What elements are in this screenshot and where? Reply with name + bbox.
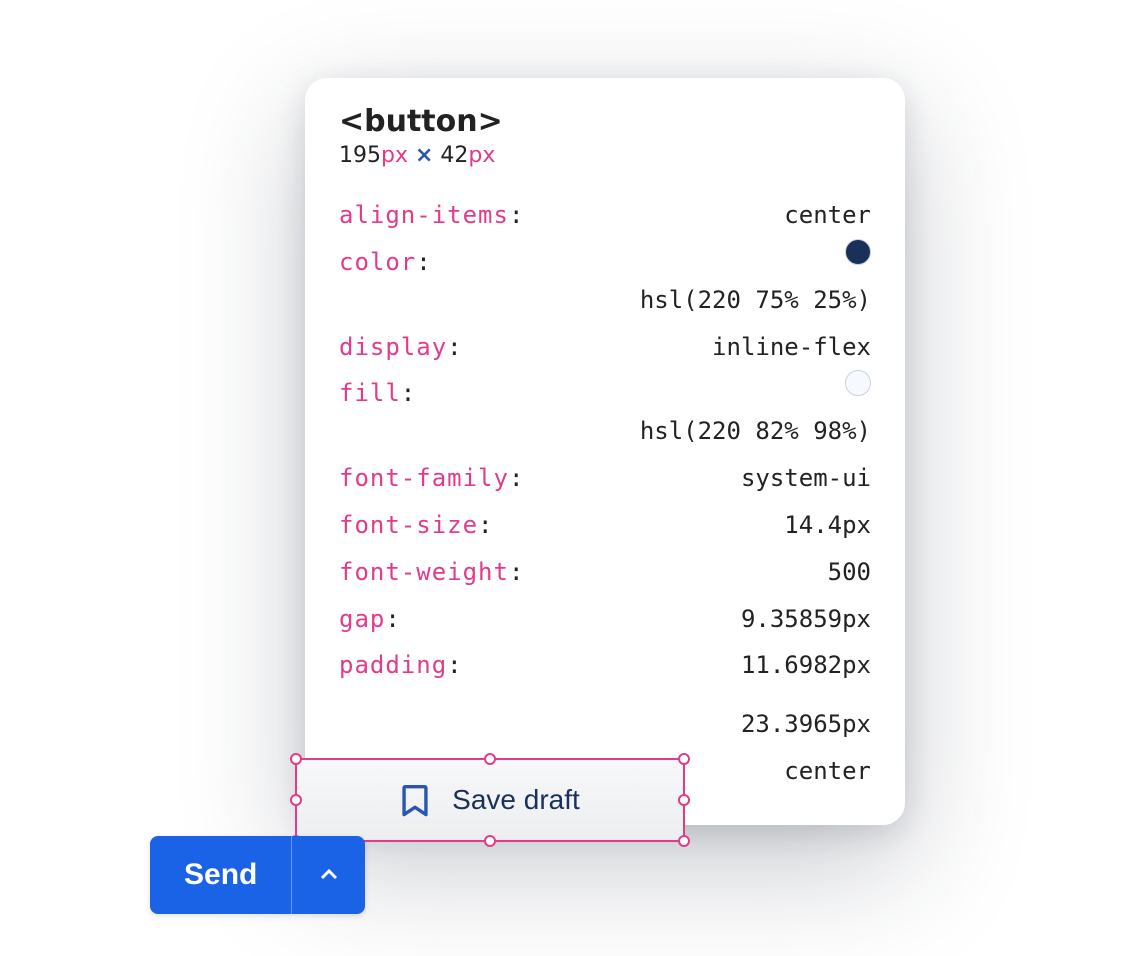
css-property-name: fill: [339,370,416,417]
save-draft-button[interactable]: Save draft [295,758,685,842]
css-property-value: center [784,192,871,239]
css-property-name: padding: [339,642,463,689]
dim-separator: × [415,143,433,168]
css-property-value: 500 [828,549,871,596]
css-property-row: color: hsl(220 75% 25%) [339,239,871,324]
css-property-value: center [784,748,871,795]
css-inspector-tooltip: <button> 195px × 42px align-items:center… [305,78,905,825]
css-property-row: padding: 11.6982px23.3965px [339,642,871,748]
css-property-value: 14.4px [784,502,871,549]
css-property-value: hsl(220 75% 25%) [602,239,871,324]
bookmark-icon [400,783,430,817]
css-property-row: fill: hsl(220 82% 98%) [339,370,871,455]
send-label: Send [184,858,257,892]
chevron-up-icon [317,863,341,887]
send-split-button: Send [150,836,365,914]
css-property-value: 9.35859px [741,596,871,643]
css-property-value: hsl(220 82% 98%) [602,370,871,455]
css-property-row: font-weight: 500 [339,549,871,596]
inspected-element-tag: <button> [339,104,871,139]
color-swatch [845,239,871,265]
send-dropdown-toggle[interactable] [291,836,365,914]
css-property-value: inline-flex [712,324,871,371]
css-property-row: font-family: system-ui [339,455,871,502]
color-swatch [845,370,871,396]
dim-width-unit: px [381,143,408,168]
css-property-value: 11.6982px23.3965px [599,642,871,748]
css-property-name: font-family: [339,455,524,502]
css-property-name: gap: [339,596,401,643]
css-property-list: align-items: center color: hsl(220 75% 25%)… [339,192,871,795]
css-property-name: font-weight: [339,549,524,596]
css-property-name: display: [339,324,463,371]
css-property-name: color: [339,239,432,286]
send-button[interactable]: Send [150,836,291,914]
save-draft-label: Save draft [452,784,580,816]
inspected-element-dimensions: 195px × 42px [339,143,871,168]
dim-width: 195 [339,143,381,168]
css-property-name: font-size: [339,502,494,549]
css-property-name: align-items: [339,192,524,239]
css-property-row: align-items: center [339,192,871,239]
css-property-row: display: inline-flex [339,324,871,371]
css-property-row: gap: 9.35859px [339,596,871,643]
dim-height: 42 [440,143,468,168]
css-property-row: font-size: 14.4px [339,502,871,549]
dim-height-unit: px [468,143,495,168]
css-property-value: system-ui [741,455,871,502]
